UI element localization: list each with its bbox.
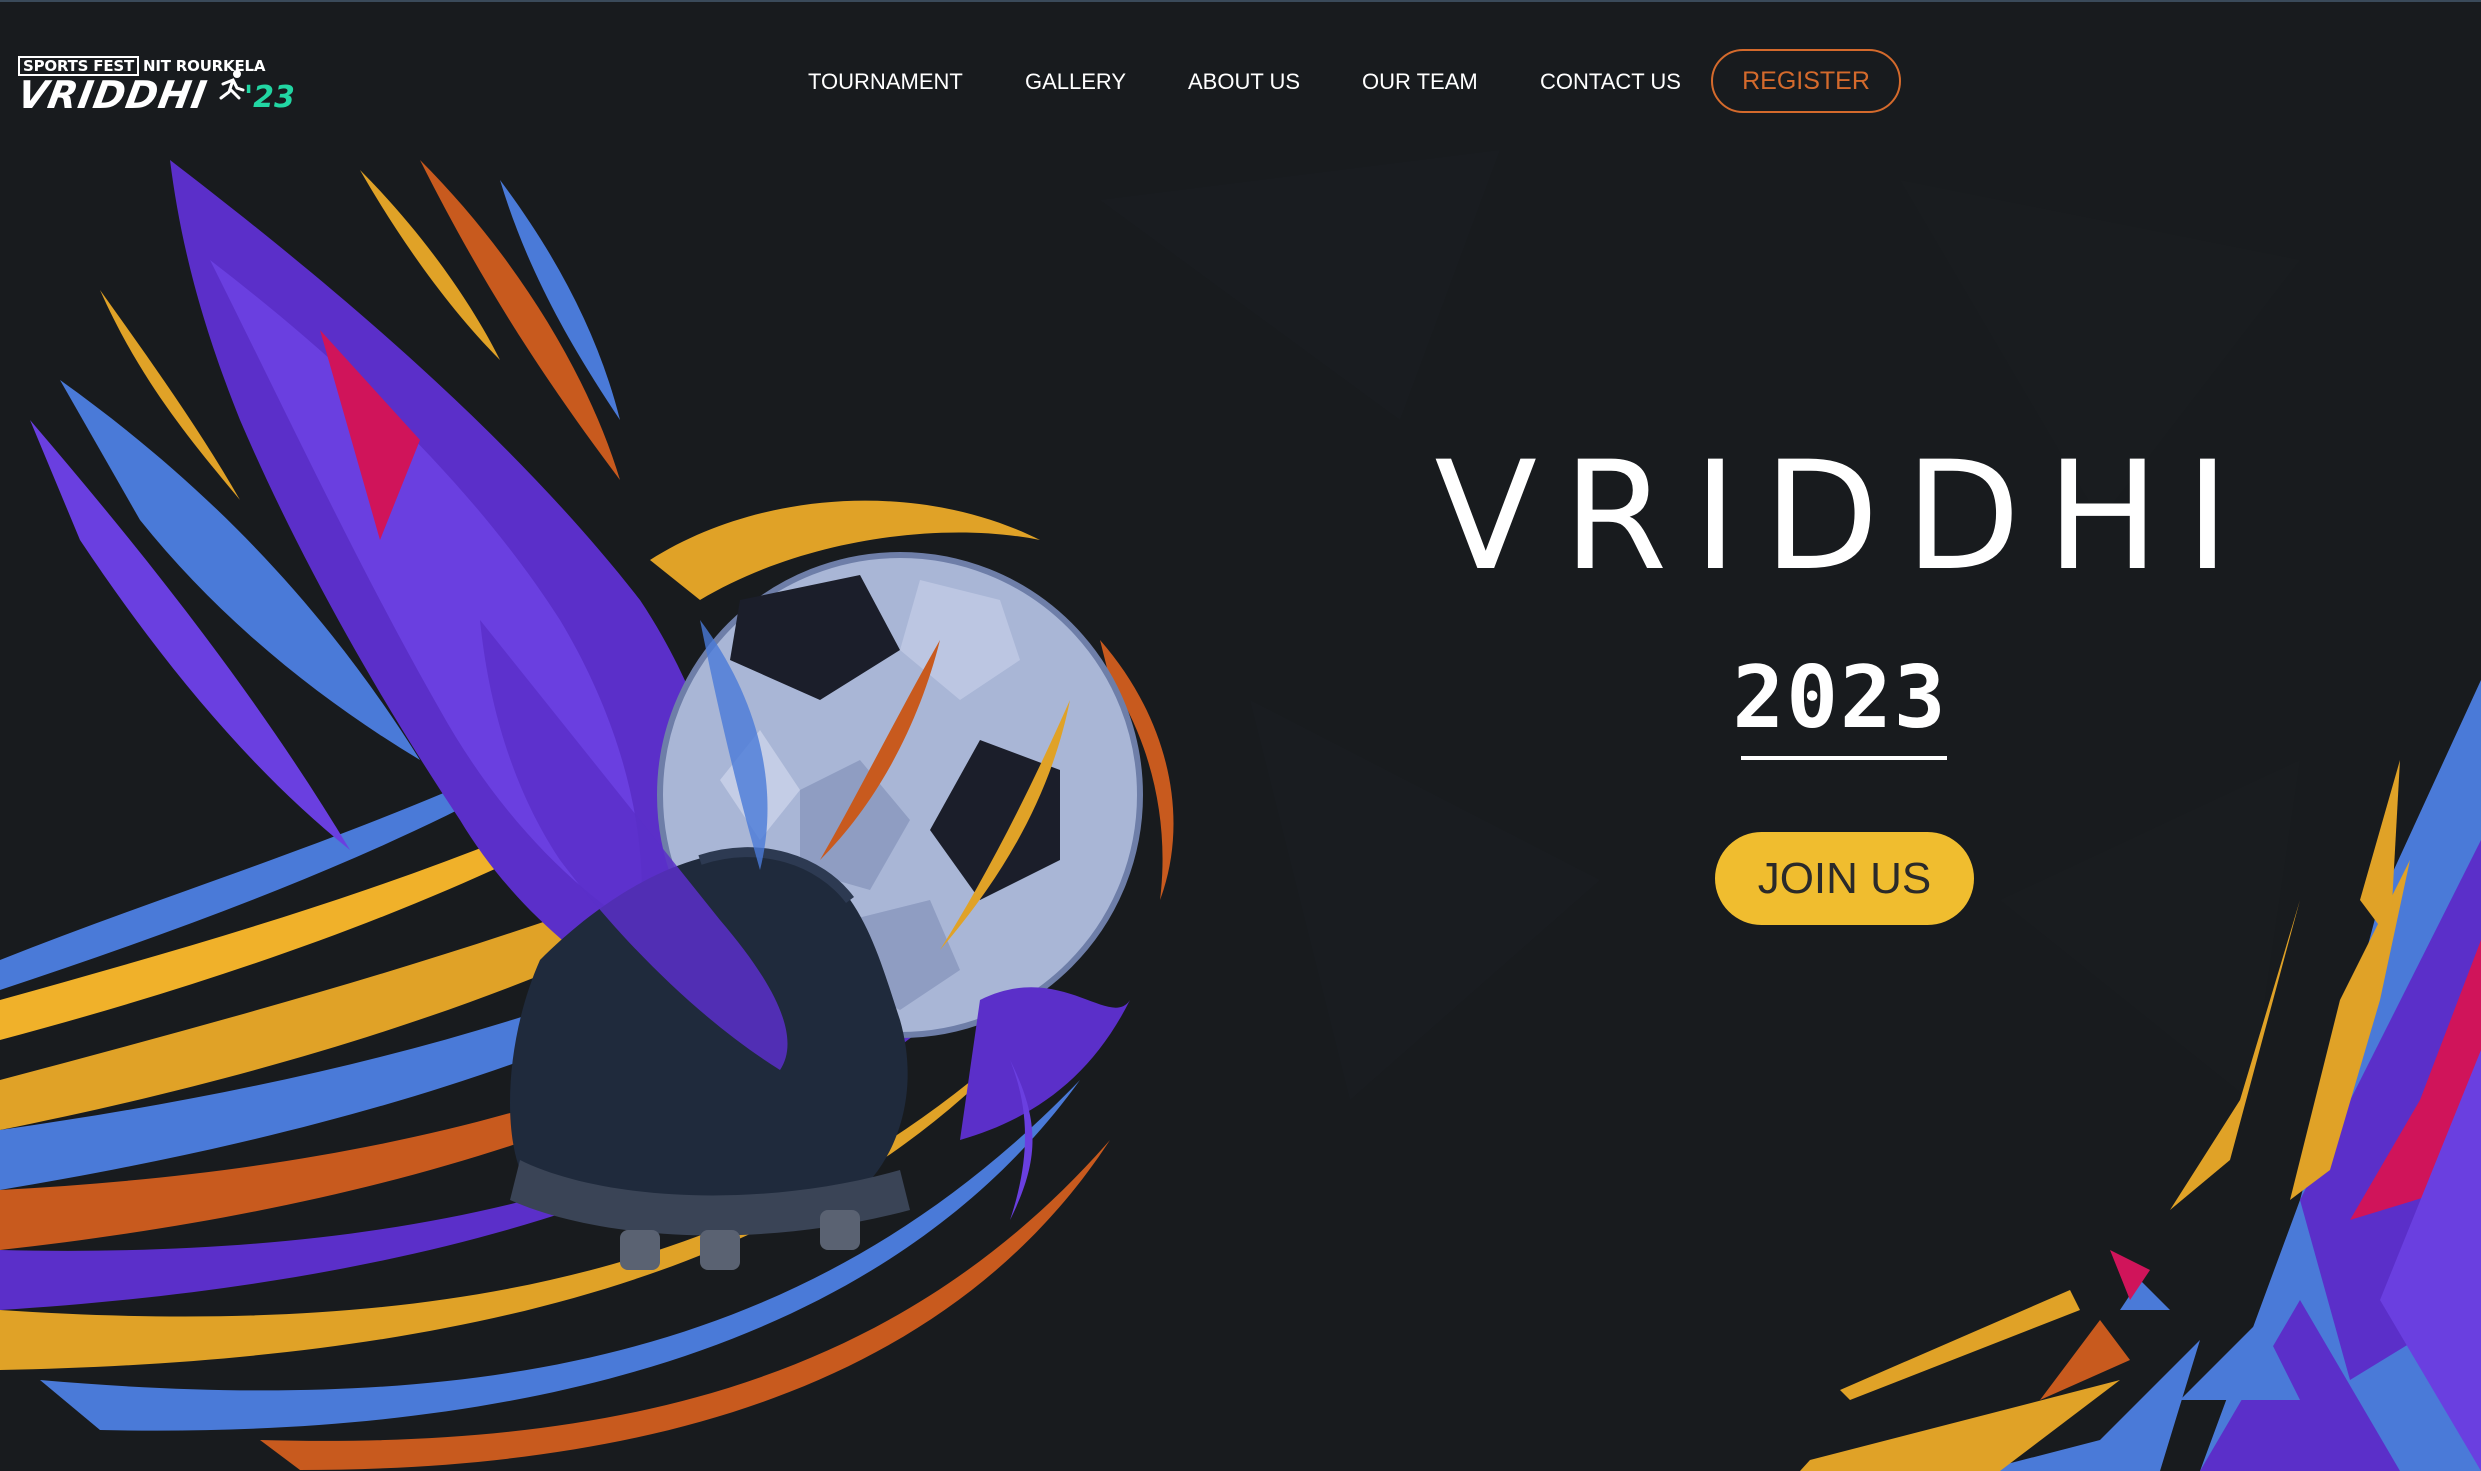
landing-page: SPORTS FEST NIT ROURKELA VRIDDHI '23 TOUR…	[0, 0, 2481, 1471]
join-us-button[interactable]: JOIN US	[1715, 832, 1974, 925]
hero-year: 2023	[1732, 648, 1948, 748]
shoe-flames	[0, 160, 1174, 1470]
hero-illustration	[0, 150, 2481, 1471]
hero-year-underline	[1741, 756, 1947, 760]
top-navbar: SPORTS FEST NIT ROURKELA VRIDDHI '23 TOUR…	[0, 0, 2481, 160]
logo-year: '23	[244, 80, 295, 115]
nav-about-us[interactable]: ABOUT US	[1188, 62, 1300, 102]
runner-icon	[219, 70, 245, 100]
background-polygons	[1100, 150, 2300, 1100]
hero-title: VRIDDHI	[1434, 430, 2256, 604]
nav-tournament[interactable]: TOURNAMENT	[808, 62, 963, 102]
nav-gallery[interactable]: GALLERY	[1025, 62, 1126, 102]
corner-shards	[1800, 680, 2481, 1471]
register-button[interactable]: REGISTER	[1711, 49, 1901, 113]
vriddhi-logo[interactable]: SPORTS FEST NIT ROURKELA VRIDDHI '23	[14, 56, 318, 117]
nav-our-team[interactable]: OUR TEAM	[1362, 62, 1478, 102]
logo-name: VRIDDHI	[14, 73, 211, 117]
nav-contact-us[interactable]: CONTACT US	[1540, 62, 1681, 102]
